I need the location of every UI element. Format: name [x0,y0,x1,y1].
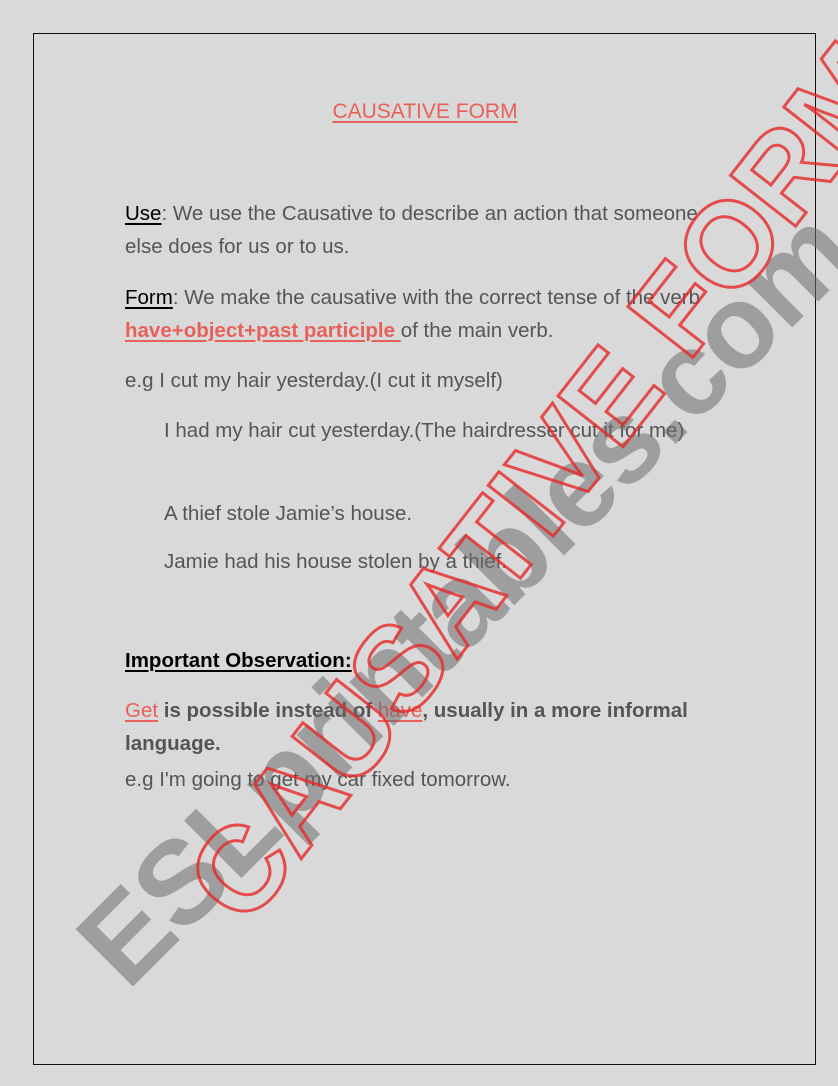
form-label: Form [125,286,173,309]
observation-middle: is possible instead of [158,699,378,722]
observation-paragraph: Get is possible instead of have, usually… [125,694,745,760]
form-colon: : [172,286,185,309]
use-paragraph: Use: We use the Causative to describe an… [125,197,735,263]
form-paragraph: Form: We make the causative with the cor… [125,281,735,347]
use-label: Use [125,202,162,225]
example-line: Jamie had his house stolen by a thief. [164,550,508,573]
example-line: e.g I cut my hair yesterday.(I cut it my… [125,369,503,392]
observation-get: Get [125,699,159,722]
observation-have: have [377,699,423,722]
example-line: A thief stole Jamie’s house. [164,502,413,525]
observation-example: e.g I'm going to get my car fixed tomorr… [125,768,511,791]
use-text: We use the Causative to describe an acti… [125,202,698,258]
form-text-before: We make the causative with the correct t… [184,286,701,309]
form-text-after: of the main verb. [400,319,554,342]
observation-heading: Important Observation: [125,649,352,672]
page-title: CAUSATIVE FORM [332,100,518,123]
example-line: I had my hair cut yesterday.(The hairdre… [164,419,685,442]
form-highlight: have+object+past participle [125,319,401,342]
